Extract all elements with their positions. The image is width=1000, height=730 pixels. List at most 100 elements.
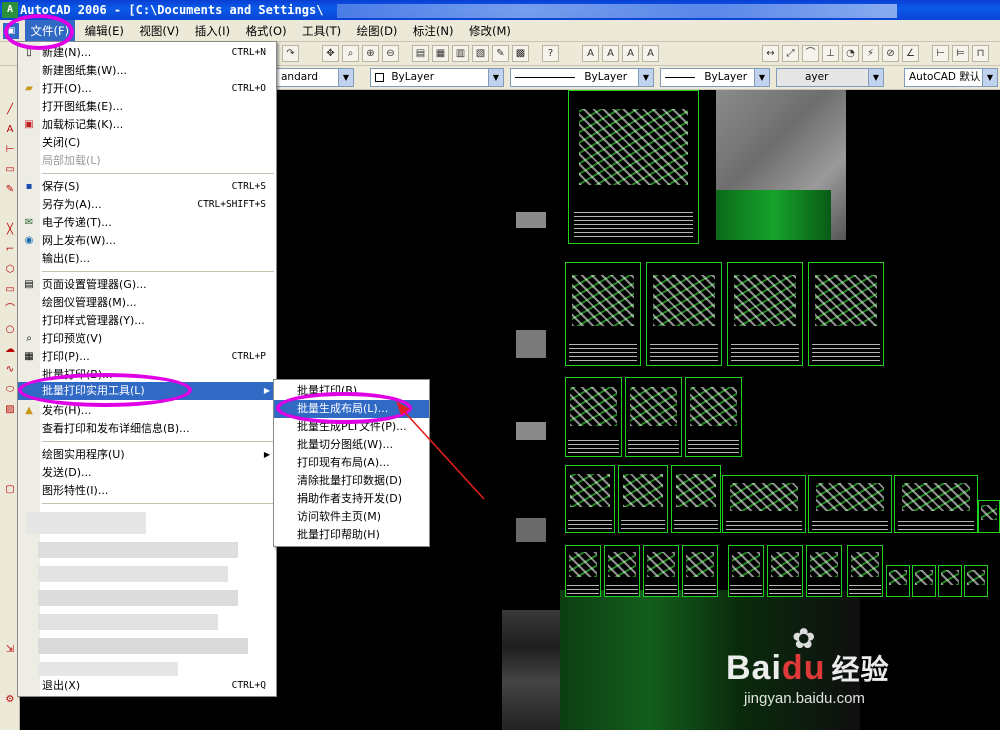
menu-item-save-as[interactable]: 另存为(A)... CTRL+SHIFT+S [18, 196, 276, 214]
xline-tool-icon[interactable]: ╳ [2, 222, 18, 238]
menu-item-plotter-manager[interactable]: 绘图仪管理器(M)... [18, 294, 276, 312]
edit-text-icon[interactable]: A [602, 45, 619, 62]
drawing-sheet[interactable] [671, 465, 721, 533]
drawing-sheet[interactable] [808, 475, 892, 533]
pan-icon[interactable]: ✥ [322, 45, 339, 62]
menu-item-page-setup[interactable]: ▤ 页面设置管理器(G)... [18, 276, 276, 294]
plot-style-combo[interactable]: ayer ▼ [776, 68, 884, 87]
menu-item-export[interactable]: 输出(E)... [18, 250, 276, 268]
chevron-down-icon[interactable]: ▼ [638, 69, 653, 86]
menu-item-open[interactable]: ▰ 打开(O)... CTRL+O [18, 80, 276, 98]
menu-draw[interactable]: 绘图(D) [351, 20, 404, 41]
sheet-set-icon[interactable]: ▧ [472, 45, 489, 62]
drawing-sheet[interactable] [728, 545, 764, 597]
drawing-sheet[interactable] [912, 565, 936, 597]
drawing-sheet[interactable] [565, 545, 601, 597]
menu-insert[interactable]: 插入(I) [189, 20, 236, 41]
menu-item-exit[interactable]: 退出(X) CTRL+Q [18, 677, 276, 695]
menu-item-load-markup[interactable]: ▣ 加载标记集(K)... [18, 116, 276, 134]
menu-item-open-sheet-set[interactable]: 打开图纸集(E)... [18, 98, 276, 116]
drawing-sheet[interactable] [685, 377, 742, 457]
text-tool-icon[interactable]: A [2, 122, 18, 138]
drawing-sheet[interactable] [808, 262, 884, 366]
drawing-sheet[interactable] [964, 565, 988, 597]
find-text-icon[interactable]: A [622, 45, 639, 62]
menu-format[interactable]: 格式(O) [240, 20, 293, 41]
chevron-down-icon[interactable]: ▼ [488, 69, 503, 86]
submenu-item-homepage[interactable]: 访问软件主页(M) [274, 508, 429, 526]
drawing-sheet[interactable] [618, 465, 668, 533]
menu-modify[interactable]: 修改(M) [463, 20, 517, 41]
menu-item-new-sheet-set[interactable]: 新建图纸集(W)... [18, 62, 276, 80]
menu-item-save[interactable]: ▪ 保存(S) CTRL+S [18, 178, 276, 196]
color-combo[interactable]: ByLayer ▼ [370, 68, 504, 87]
drawing-sheet[interactable] [643, 545, 679, 597]
dim-arc-icon[interactable]: ⌒ [802, 45, 819, 62]
linetype-combo[interactable]: ByLayer ▼ [510, 68, 654, 87]
menu-item-send[interactable]: 发送(D)... [18, 464, 276, 482]
menu-item-publish-web[interactable]: ◉ 网上发布(W)... [18, 232, 276, 250]
drawing-sheet[interactable] [722, 475, 806, 533]
menu-edit[interactable]: 编辑(E) [79, 20, 130, 41]
drawing-sheet[interactable] [806, 545, 842, 597]
dim-aligned-icon[interactable]: ⤢ [782, 45, 799, 62]
drawing-sheet[interactable] [604, 545, 640, 597]
chevron-down-icon[interactable]: ▼ [754, 69, 769, 86]
design-center-icon[interactable]: ▦ [432, 45, 449, 62]
ellipse-tool-icon[interactable]: ⬭ [2, 382, 18, 398]
hatch-tool-icon[interactable]: ▨ [2, 402, 18, 418]
region-tool-icon[interactable]: ▢ [2, 482, 18, 498]
zoom-realtime-icon[interactable]: ⌕ [342, 45, 359, 62]
menu-item-drawing-utilities[interactable]: 绘图实用程序(U) ▶ [18, 446, 276, 464]
lineweight-combo[interactable]: ByLayer ▼ [660, 68, 770, 87]
drawing-sheet[interactable] [565, 465, 615, 533]
quickcalc-icon[interactable]: ▩ [512, 45, 529, 62]
markup-set-icon[interactable]: ✎ [492, 45, 509, 62]
drawing-sheet[interactable] [565, 262, 641, 366]
menu-item-plot-style-manager[interactable]: 打印样式管理器(Y)... [18, 312, 276, 330]
dim-space-icon[interactable]: ⊓ [972, 45, 989, 62]
dim-jogged-icon[interactable]: ⚡ [862, 45, 879, 62]
drawing-sheet[interactable] [568, 90, 699, 244]
workspace-combo[interactable]: AutoCAD 默认 ▼ [904, 68, 998, 87]
redo-icon[interactable]: ↷ [282, 45, 299, 62]
line-tool-icon[interactable]: ╱ [2, 102, 18, 118]
chevron-down-icon[interactable]: ▼ [868, 69, 883, 86]
drawing-sheet[interactable] [978, 500, 1000, 533]
drawing-sheet[interactable] [767, 545, 803, 597]
spline-tool-icon[interactable]: ∿ [2, 362, 18, 378]
menu-item-print-preview[interactable]: ⌕ 打印预览(V) [18, 330, 276, 348]
autocad-app-icon[interactable]: A [2, 2, 18, 18]
dim-angular-icon[interactable]: ∠ [902, 45, 919, 62]
dim-baseline-icon[interactable]: ⊢ [932, 45, 949, 62]
drawing-sheet[interactable] [727, 262, 803, 366]
polyline-tool-icon[interactable]: ⌐ [2, 242, 18, 258]
menu-item-plot-details[interactable]: 查看打印和发布详细信息(B)... [18, 420, 276, 438]
text-icon[interactable]: A [582, 45, 599, 62]
dim-ordinate-icon[interactable]: ⊥ [822, 45, 839, 62]
menu-item-etransmit[interactable]: ✉ 电子传递(T)... [18, 214, 276, 232]
help-icon[interactable]: ? [542, 45, 559, 62]
block-tool-icon[interactable]: ▭ [2, 162, 18, 178]
submenu-item-help[interactable]: 批量打印帮助(H) [274, 526, 429, 544]
dim-linear-icon[interactable]: ↔ [762, 45, 779, 62]
drawing-sheet[interactable] [894, 475, 978, 533]
settings-tool-icon[interactable]: ⚙ [2, 692, 18, 708]
text-style-combo[interactable]: andard ▼ [276, 68, 354, 87]
erase-tool-icon[interactable]: ✎ [2, 182, 18, 198]
drawing-sheet[interactable] [847, 545, 883, 597]
rectangle-tool-icon[interactable]: ▭ [2, 282, 18, 298]
drawing-sheet[interactable] [886, 565, 910, 597]
properties-icon[interactable]: ▤ [412, 45, 429, 62]
circle-tool-icon[interactable]: ○ [2, 322, 18, 338]
zoom-previous-icon[interactable]: ⊖ [382, 45, 399, 62]
drawing-sheet[interactable] [565, 377, 622, 457]
tool-palettes-icon[interactable]: ▥ [452, 45, 469, 62]
scale-tool-icon[interactable]: ⇲ [2, 642, 18, 658]
menu-view[interactable]: 视图(V) [133, 20, 185, 41]
zoom-window-icon[interactable]: ⊕ [362, 45, 379, 62]
drawing-sheet[interactable] [938, 565, 962, 597]
menu-item-close[interactable]: 关闭(C) [18, 134, 276, 152]
menu-item-drawing-properties[interactable]: 图形特性(I)... [18, 482, 276, 500]
polygon-tool-icon[interactable]: ⬡ [2, 262, 18, 278]
